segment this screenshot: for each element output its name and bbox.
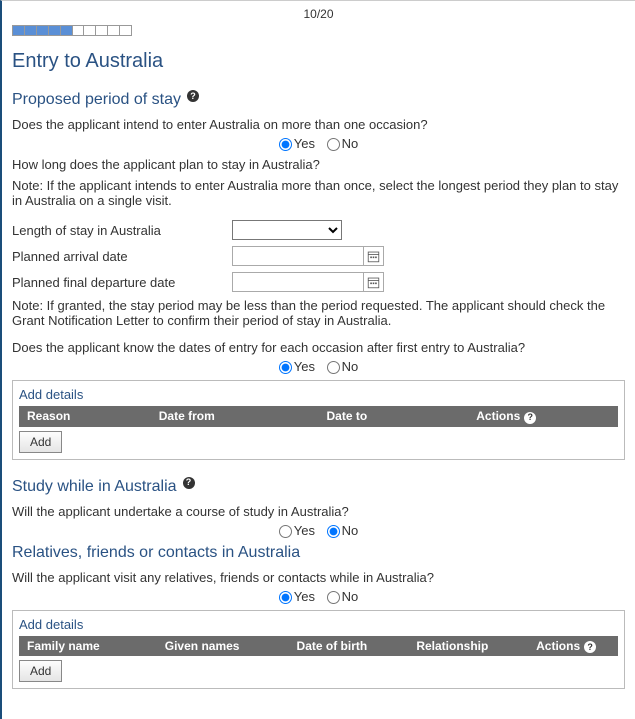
- col-reason: Reason: [19, 406, 151, 427]
- radio-relatives-no[interactable]: No: [327, 589, 359, 604]
- arrival-label: Planned arrival date: [12, 249, 232, 264]
- radio-relatives-yes[interactable]: Yes: [279, 589, 315, 604]
- label-no: No: [342, 523, 359, 538]
- help-icon[interactable]: ?: [584, 641, 596, 653]
- radio-study: Yes No: [12, 523, 625, 538]
- radio-study-no-input[interactable]: [327, 525, 340, 538]
- calendar-icon[interactable]: [363, 273, 383, 291]
- calendar-icon[interactable]: [363, 247, 383, 265]
- length-select[interactable]: [232, 220, 342, 240]
- page-title: Entry to Australia: [12, 50, 625, 73]
- add-button[interactable]: Add: [19, 431, 62, 453]
- question-how-long: How long does the applicant plan to stay…: [12, 157, 625, 172]
- col-given: Given names: [157, 636, 289, 657]
- progress-seg: [49, 26, 61, 35]
- radio-relatives-no-input[interactable]: [327, 591, 340, 604]
- radio-study-yes[interactable]: Yes: [279, 523, 315, 538]
- progress-seg: [120, 26, 131, 35]
- progress-seg: [13, 26, 25, 35]
- field-departure-date: Planned final departure date: [12, 272, 625, 292]
- label-yes: Yes: [294, 589, 315, 604]
- section-relatives-heading: Relatives, friends or contacts in Austra…: [12, 544, 625, 562]
- progress-seg: [25, 26, 37, 35]
- radio-study-yes-input[interactable]: [279, 525, 292, 538]
- question-know-dates: Does the applicant know the dates of ent…: [12, 340, 625, 355]
- progress-seg: [73, 26, 85, 35]
- question-relatives: Will the applicant visit any relatives, …: [12, 570, 625, 585]
- col-date-from: Date from: [151, 406, 319, 427]
- label-no: No: [342, 359, 359, 374]
- col-actions: Actions?: [468, 406, 618, 427]
- arrival-date-wrap: [232, 246, 384, 266]
- details-title: Add details: [19, 617, 618, 632]
- section-proposed-heading: Proposed period of stay ?: [12, 91, 625, 109]
- label-no: No: [342, 136, 359, 151]
- help-icon[interactable]: ?: [524, 412, 536, 424]
- note-grant: Note: If granted, the stay period may be…: [12, 298, 625, 328]
- radio-study-no[interactable]: No: [327, 523, 359, 538]
- radio-know-no-input[interactable]: [327, 361, 340, 374]
- col-date-to: Date to: [318, 406, 468, 427]
- question-multi-occasion: Does the applicant intend to enter Austr…: [12, 117, 625, 132]
- section-relatives-label: Relatives, friends or contacts in Austra…: [12, 544, 300, 562]
- details-box-occasions: Add details Reason Date from Date to Act…: [12, 380, 625, 460]
- pager-text: 10/20: [12, 7, 625, 21]
- help-icon[interactable]: ?: [187, 90, 199, 102]
- departure-date-wrap: [232, 272, 384, 292]
- progress-seg: [61, 26, 73, 35]
- col-actions: Actions?: [528, 636, 618, 657]
- radio-multi-yes-input[interactable]: [279, 138, 292, 151]
- details-table-contacts: Family name Given names Date of birth Re…: [19, 636, 618, 657]
- departure-label: Planned final departure date: [12, 275, 232, 290]
- help-icon[interactable]: ?: [183, 477, 195, 489]
- col-actions-label: Actions: [476, 409, 520, 423]
- radio-know-dates: Yes No: [12, 359, 625, 374]
- add-button[interactable]: Add: [19, 660, 62, 682]
- radio-know-yes-input[interactable]: [279, 361, 292, 374]
- progress-seg: [96, 26, 108, 35]
- details-box-contacts: Add details Family name Given names Date…: [12, 610, 625, 690]
- radio-multi-yes[interactable]: Yes: [279, 136, 315, 151]
- field-arrival-date: Planned arrival date: [12, 246, 625, 266]
- label-yes: Yes: [294, 523, 315, 538]
- label-yes: Yes: [294, 359, 315, 374]
- radio-know-no[interactable]: No: [327, 359, 359, 374]
- field-length-of-stay: Length of stay in Australia: [12, 220, 625, 240]
- radio-multi-occasion: Yes No: [12, 136, 625, 151]
- section-study-label: Study while in Australia: [12, 478, 177, 496]
- arrival-date-input[interactable]: [233, 247, 363, 265]
- section-study-heading: Study while in Australia ?: [12, 478, 625, 496]
- col-dob: Date of birth: [289, 636, 409, 657]
- progress-seg: [37, 26, 49, 35]
- radio-multi-no-input[interactable]: [327, 138, 340, 151]
- label-yes: Yes: [294, 136, 315, 151]
- progress-bar: [12, 25, 132, 36]
- note-multi-visit: Note: If the applicant intends to enter …: [12, 178, 625, 208]
- progress-seg: [84, 26, 96, 35]
- radio-relatives: Yes No: [12, 589, 625, 604]
- details-title: Add details: [19, 387, 618, 402]
- question-study: Will the applicant undertake a course of…: [12, 504, 625, 519]
- section-proposed-label: Proposed period of stay: [12, 91, 181, 109]
- length-label: Length of stay in Australia: [12, 223, 232, 238]
- departure-date-input[interactable]: [233, 273, 363, 291]
- radio-know-yes[interactable]: Yes: [279, 359, 315, 374]
- details-table-occasions: Reason Date from Date to Actions?: [19, 406, 618, 427]
- progress-seg: [108, 26, 120, 35]
- page-container: 10/20 Entry to Australia Proposed period…: [0, 0, 635, 719]
- col-family: Family name: [19, 636, 157, 657]
- radio-relatives-yes-input[interactable]: [279, 591, 292, 604]
- label-no: No: [342, 589, 359, 604]
- col-actions-label: Actions: [536, 639, 580, 653]
- radio-multi-no[interactable]: No: [327, 136, 359, 151]
- col-relationship: Relationship: [408, 636, 528, 657]
